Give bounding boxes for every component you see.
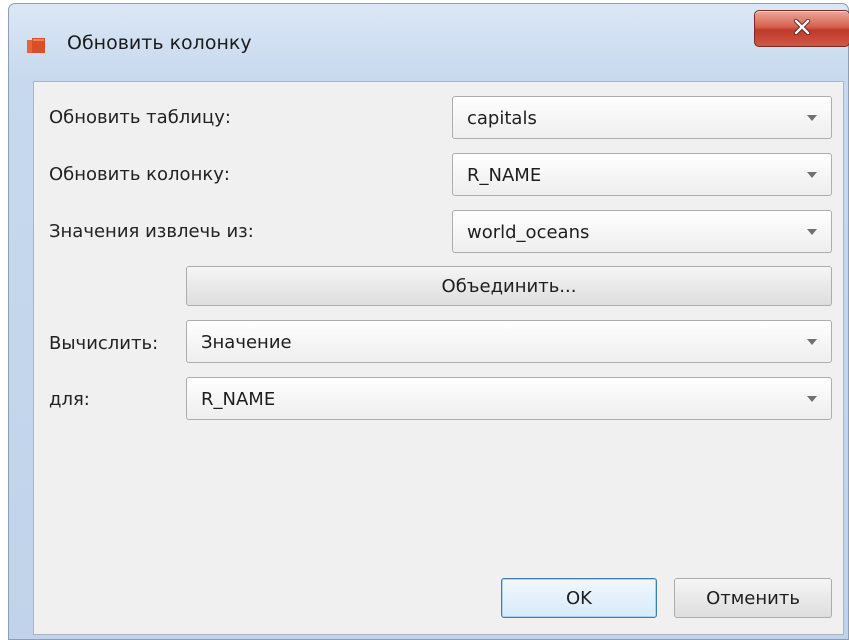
update-column-select[interactable]: R_NAME xyxy=(452,153,832,196)
chevron-down-icon xyxy=(807,172,817,178)
join-button[interactable]: Объединить... xyxy=(186,266,832,306)
for-select[interactable]: R_NAME xyxy=(186,377,832,420)
chevron-down-icon xyxy=(807,115,817,121)
values-from-select[interactable]: world_oceans xyxy=(452,210,832,253)
chevron-down-icon xyxy=(807,229,817,235)
folder-icon xyxy=(27,37,45,54)
chevron-down-icon xyxy=(807,396,817,402)
values-from-value: world_oceans xyxy=(467,222,590,243)
update-column-value: R_NAME xyxy=(467,165,542,186)
dialog-body: Обновить таблицу: capitals Обновить коло… xyxy=(33,81,844,635)
for-label: для: xyxy=(49,389,90,410)
values-from-label: Значения извлечь из: xyxy=(49,221,254,242)
ok-button[interactable]: OK xyxy=(501,578,657,618)
cancel-button[interactable]: Отменить xyxy=(674,578,832,618)
update-column-label: Обновить колонку: xyxy=(49,164,230,185)
dialog-window: Обновить колонку Обновить таблицу: capit… xyxy=(8,3,849,640)
update-table-label: Обновить таблицу: xyxy=(49,107,231,128)
calculate-value: Значение xyxy=(201,332,292,353)
update-table-select[interactable]: capitals xyxy=(452,96,832,139)
window-title: Обновить колонку xyxy=(67,32,252,54)
close-button[interactable] xyxy=(754,10,849,47)
calculate-select[interactable]: Значение xyxy=(186,320,832,363)
for-value: R_NAME xyxy=(201,389,276,410)
title-bar[interactable]: Обновить колонку xyxy=(9,4,849,80)
calculate-label: Вычислить: xyxy=(49,333,159,354)
close-icon xyxy=(793,18,811,39)
chevron-down-icon xyxy=(807,339,817,345)
update-table-value: capitals xyxy=(467,108,537,129)
